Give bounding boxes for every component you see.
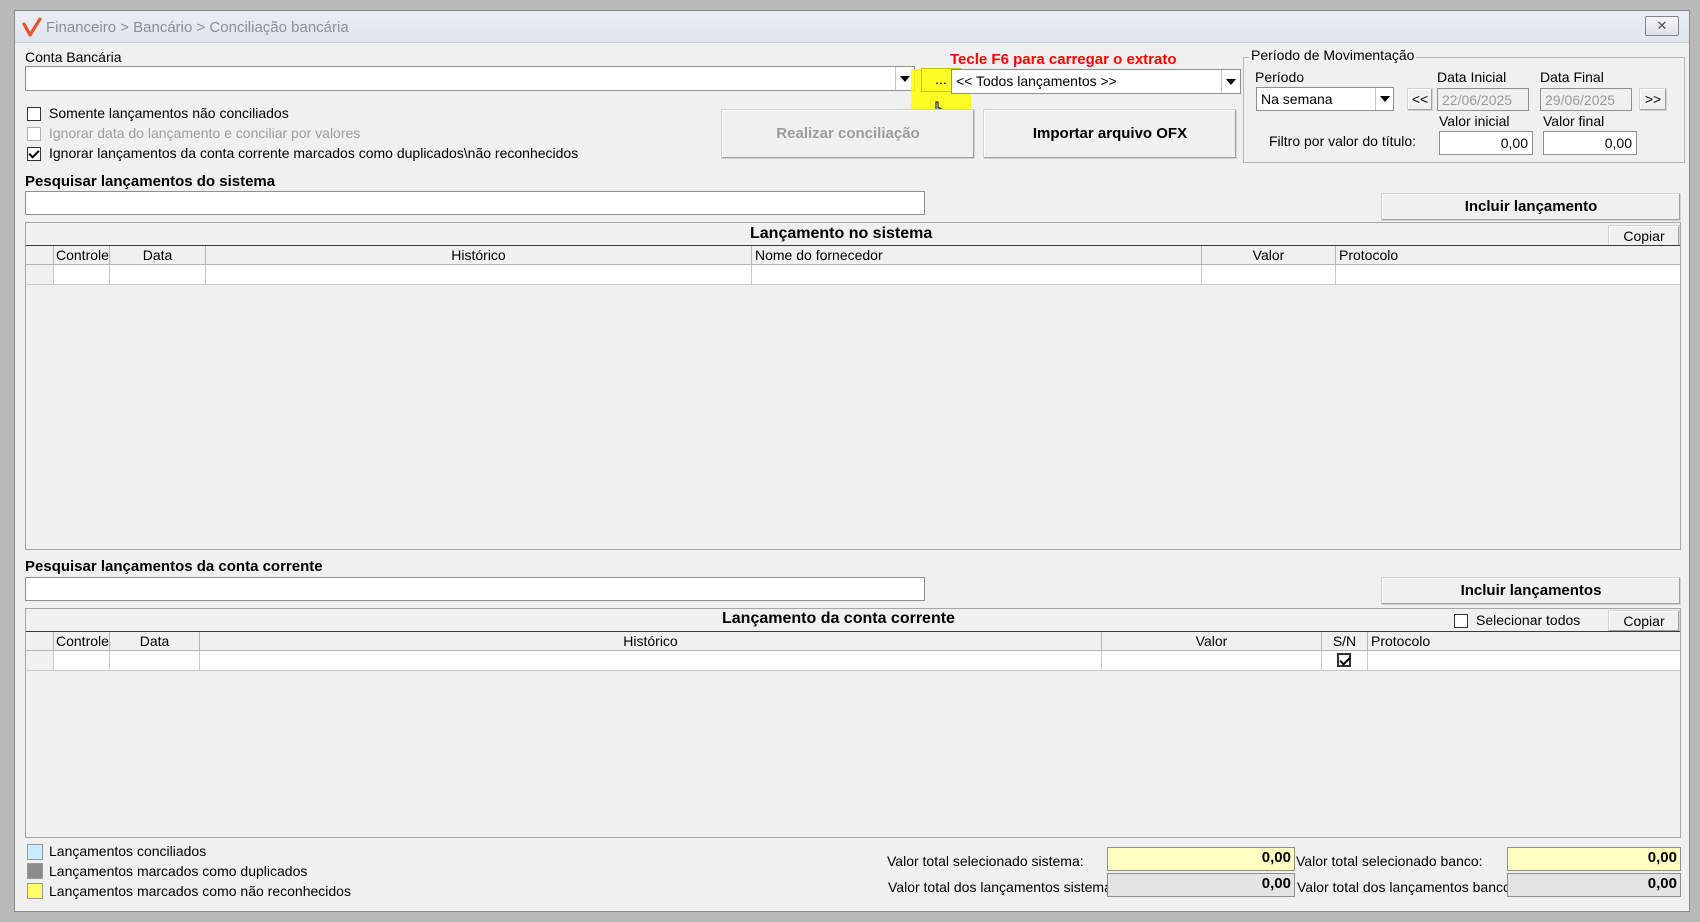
window-title: Financeiro > Bancário > Conciliação banc… [46, 19, 349, 36]
title-bar: Financeiro > Bancário > Conciliação banc… [15, 11, 1689, 43]
total-bank-label: Valor total dos lançamentos banco: [1297, 879, 1515, 895]
end-date-label: Data Final [1540, 69, 1604, 85]
row-cell [752, 265, 1202, 284]
system-copy-button[interactable]: Copiar [1608, 225, 1680, 247]
include-bank-entries-button[interactable]: Incluir lançamentos [1381, 577, 1681, 605]
column-header[interactable]: Valor [1202, 246, 1336, 265]
column-header[interactable]: S/N [1322, 632, 1368, 651]
reconciliation-window: Financeiro > Bancário > Conciliação banc… [14, 10, 1690, 912]
row-cell [1322, 651, 1368, 670]
row-cell [1336, 265, 1680, 284]
start-date-label: Data Inicial [1437, 69, 1507, 85]
chevron-down-icon[interactable] [1375, 88, 1393, 110]
system-entries-grid: Lançamento no sistema Copiar Controle Da… [25, 222, 1681, 550]
next-period-button[interactable]: >> [1639, 88, 1667, 111]
system-search-input[interactable] [25, 191, 925, 215]
row-cell [1368, 651, 1680, 670]
end-date-field[interactable]: 29/06/2025 [1540, 88, 1632, 111]
total-bank-field: 0,00 [1507, 873, 1681, 897]
bank-copy-button[interactable]: Copiar [1608, 610, 1680, 632]
legend-unrecognized-swatch [27, 883, 43, 899]
total-system-field: 0,00 [1107, 873, 1295, 897]
import-ofx-button[interactable]: Importar arquivo OFX [983, 109, 1237, 159]
legend-reconciled-label: Lançamentos conciliados [49, 843, 207, 859]
row-indicator [26, 651, 54, 670]
header-indicator [26, 632, 54, 651]
column-header[interactable]: Histórico [200, 632, 1102, 651]
account-label: Conta Bancária [25, 49, 122, 65]
close-button[interactable]: ✕ [1645, 16, 1679, 36]
value-filter-label: Filtro por valor do título: [1269, 133, 1417, 149]
account-select[interactable] [25, 66, 915, 91]
bank-entries-grid: Lançamento da conta corrente Selecionar … [25, 608, 1681, 838]
period-select[interactable]: Na semana [1256, 87, 1394, 111]
ignore-duplicated-checkbox[interactable] [27, 147, 41, 161]
only-unreconciled-checkbox[interactable] [27, 107, 41, 121]
column-header[interactable]: Controle [54, 632, 110, 651]
row-cell [54, 651, 110, 670]
select-all-checkbox[interactable] [1454, 614, 1468, 628]
column-header[interactable]: Protocolo [1336, 246, 1680, 265]
column-header[interactable]: Nome do fornecedor [752, 246, 1202, 265]
max-value-field[interactable]: 0,00 [1543, 131, 1637, 155]
legend-duplicated-swatch [27, 863, 43, 879]
row-indicator [26, 265, 54, 284]
selected-system-total-label: Valor total selecionado sistema: [887, 853, 1084, 869]
row-cell [110, 651, 200, 670]
only-unreconciled-label: Somente lançamentos não conciliados [49, 105, 289, 121]
column-header[interactable]: Valor [1102, 632, 1322, 651]
bank-grid-title: Lançamento da conta corrente [722, 610, 955, 627]
table-row[interactable] [26, 651, 1680, 671]
row-cell [1202, 265, 1336, 284]
selected-bank-total-label: Valor total selecionado banco: [1296, 853, 1483, 869]
row-select-checkbox[interactable] [1337, 653, 1351, 667]
previous-period-button[interactable]: << [1407, 88, 1433, 111]
ignore-date-checkbox[interactable] [27, 127, 41, 141]
f6-hint: Tecle F6 para carregar o extrato [950, 51, 1177, 68]
selected-system-total-field: 0,00 [1107, 847, 1295, 871]
app-logo-icon [22, 17, 42, 37]
min-value-label: Valor inicial [1439, 113, 1510, 129]
legend-unrecognized-label: Lançamentos marcados como não reconhecid… [49, 883, 351, 899]
row-cell [206, 265, 752, 284]
min-value-field[interactable]: 0,00 [1439, 131, 1533, 155]
bank-search-label: Pesquisar lançamentos da conta corrente [25, 558, 323, 575]
reconcile-button[interactable]: Realizar conciliação [721, 109, 975, 159]
bank-search-input[interactable] [25, 577, 925, 601]
column-header[interactable]: Data [110, 246, 206, 265]
legend-reconciled-swatch [27, 844, 43, 860]
header-indicator [26, 246, 54, 265]
row-cell [54, 265, 110, 284]
start-date-field[interactable]: 22/06/2025 [1437, 88, 1529, 111]
max-value-label: Valor final [1543, 113, 1605, 129]
chevron-down-icon[interactable] [1221, 70, 1239, 93]
ignore-duplicated-label: Ignorar lançamentos da conta corrente ma… [49, 145, 579, 161]
total-system-label: Valor total dos lançamentos sistema: [888, 879, 1116, 895]
column-header[interactable]: Histórico [206, 246, 752, 265]
select-all-label: Selecionar todos [1476, 612, 1581, 628]
system-search-label: Pesquisar lançamentos do sistema [25, 173, 276, 190]
period-group-title: Período de Movimentação [1249, 47, 1417, 63]
include-system-entry-button[interactable]: Incluir lançamento [1381, 193, 1681, 221]
bank-grid-header: Controle Data Histórico Valor S/N Protoc… [26, 631, 1680, 651]
column-header[interactable]: Protocolo [1368, 632, 1680, 651]
entries-filter-select[interactable]: << Todos lançamentos >> [951, 69, 1241, 94]
selected-bank-total-field: 0,00 [1507, 847, 1681, 871]
system-grid-title: Lançamento no sistema [750, 225, 933, 242]
row-cell [200, 651, 1102, 670]
system-grid-header: Controle Data Histórico Nome do forneced… [26, 245, 1680, 265]
legend-duplicated-label: Lançamentos marcados como duplicados [49, 863, 308, 879]
close-icon: ✕ [1656, 18, 1668, 33]
period-label: Período [1255, 69, 1305, 85]
row-cell [110, 265, 206, 284]
row-cell [1102, 651, 1322, 670]
table-row[interactable] [26, 265, 1680, 285]
ignore-date-label: Ignorar data do lançamento e conciliar p… [49, 125, 361, 141]
column-header[interactable]: Controle [54, 246, 110, 265]
column-header[interactable]: Data [110, 632, 200, 651]
